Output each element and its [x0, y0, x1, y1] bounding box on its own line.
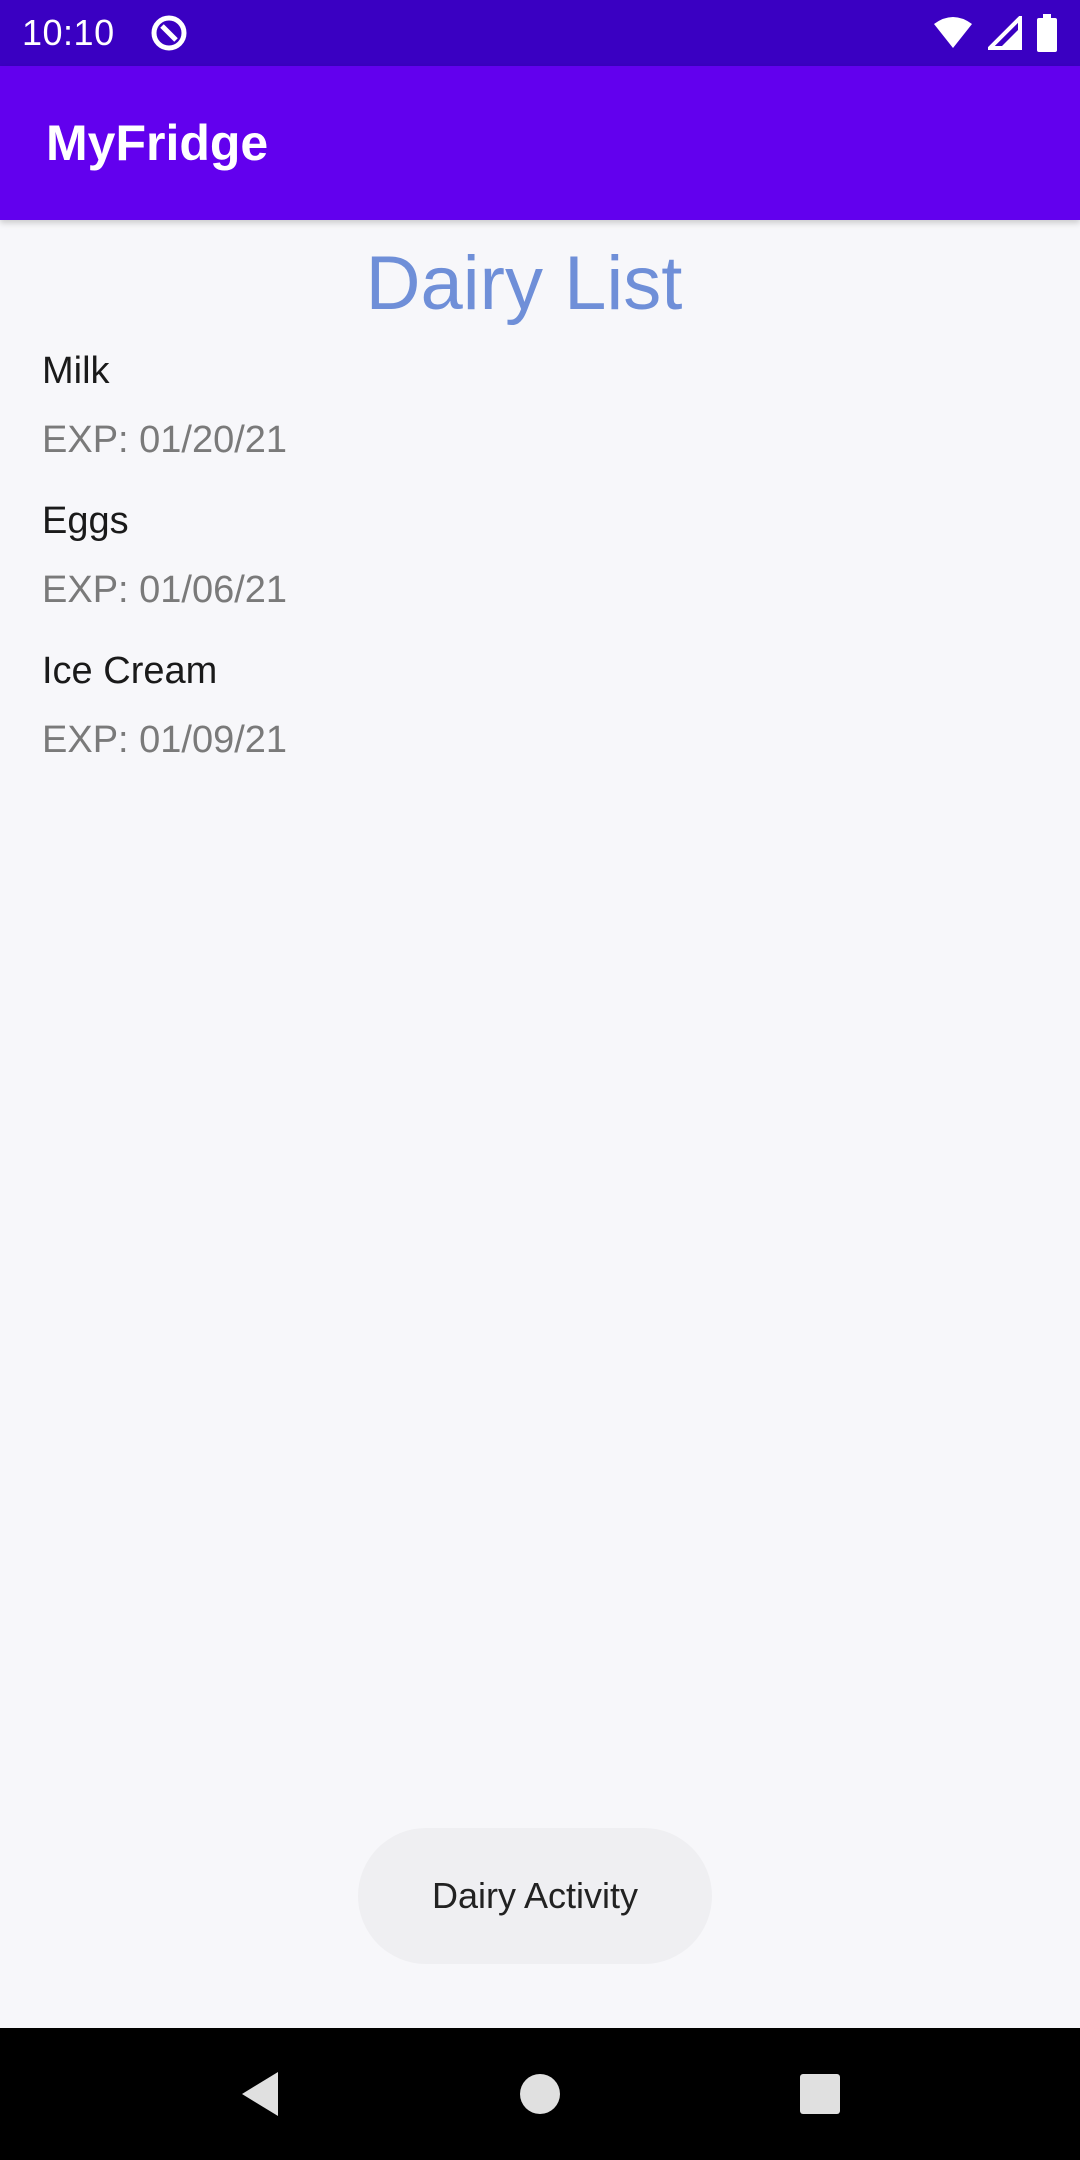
item-name: Milk: [42, 350, 110, 392]
recents-button[interactable]: [780, 2054, 860, 2134]
cellular-signal-icon: [988, 16, 1022, 50]
status-icons: [932, 14, 1058, 52]
battery-icon: [1037, 14, 1057, 52]
list-item[interactable]: Milk EXP: 01/20/21: [42, 350, 287, 462]
item-name: Ice Cream: [42, 650, 218, 692]
app-title: MyFridge: [46, 115, 269, 171]
home-button[interactable]: [500, 2054, 580, 2134]
back-button[interactable]: [220, 2054, 300, 2134]
item-name: Eggs: [42, 500, 129, 542]
list-item[interactable]: Ice Cream EXP: 01/09/21: [42, 650, 287, 762]
home-icon: [520, 2074, 560, 2114]
back-icon: [242, 2072, 278, 2116]
status-bar: 10:10: [0, 0, 1080, 66]
item-expiration: EXP: 01/06/21: [42, 569, 288, 611]
app-bar: MyFridge: [0, 66, 1080, 220]
toast-message: Dairy Activity: [358, 1828, 712, 1964]
navigation-bar: [0, 2028, 1080, 2160]
status-time: 10:10: [22, 12, 115, 53]
item-expiration: EXP: 01/09/21: [42, 719, 288, 761]
list-item[interactable]: Eggs EXP: 01/06/21: [42, 500, 287, 612]
recents-icon: [800, 2074, 840, 2114]
item-expiration: EXP: 01/20/21: [42, 419, 288, 461]
wifi-icon: [934, 17, 972, 48]
app-notification-icon: [151, 15, 187, 51]
page-title: Dairy List: [365, 241, 683, 326]
dairy-list-screen: Dairy List Milk EXP: 01/20/21 Eggs EXP: …: [0, 220, 1080, 2028]
